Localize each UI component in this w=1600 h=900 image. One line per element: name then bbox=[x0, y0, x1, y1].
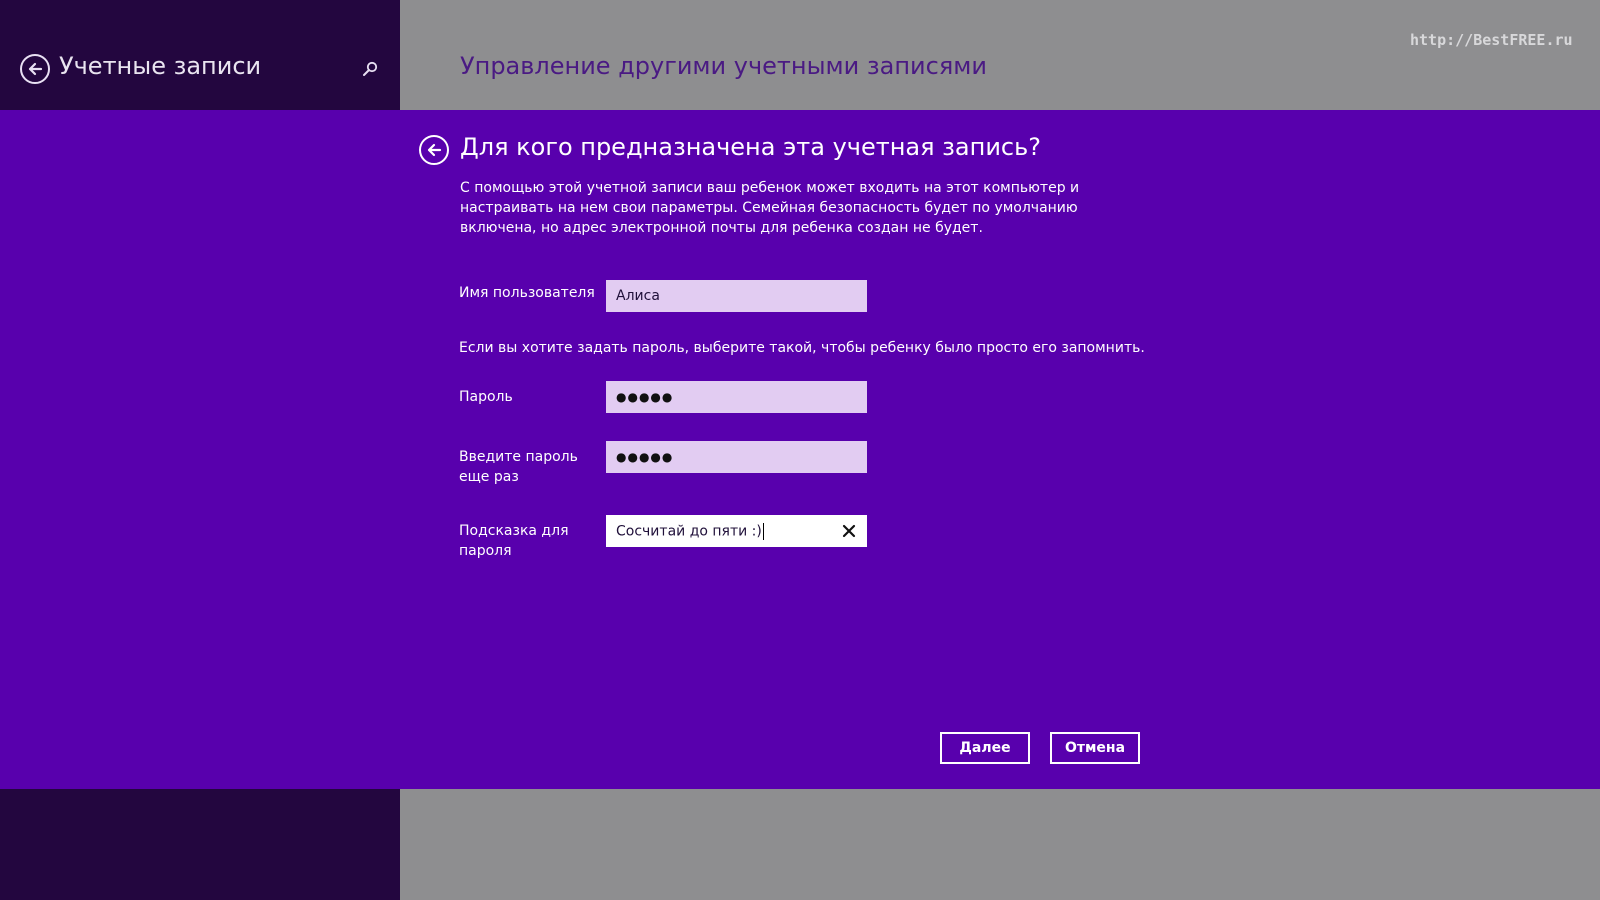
dialog-back-arrow-icon[interactable] bbox=[419, 135, 449, 165]
username-label: Имя пользователя bbox=[459, 285, 595, 301]
sidebar-footer bbox=[0, 789, 400, 900]
password-input[interactable]: ●●●●● bbox=[606, 381, 867, 413]
clear-icon[interactable] bbox=[841, 523, 857, 539]
screen: Учетные записи Управление другими учетны… bbox=[0, 0, 1600, 900]
cancel-button[interactable]: Отмена bbox=[1050, 732, 1140, 764]
username-input[interactable]: Алиса bbox=[606, 280, 867, 312]
dialog-description: С помощью этой учетной записи ваш ребено… bbox=[460, 180, 1080, 236]
page-footer bbox=[400, 789, 1600, 900]
sidebar-title: Учетные записи bbox=[59, 52, 262, 80]
password-hint-input[interactable]: Сосчитай до пяти :) bbox=[606, 515, 867, 547]
sidebar-header: Учетные записи bbox=[0, 0, 400, 110]
password-label: Пароль bbox=[459, 389, 513, 405]
search-icon[interactable] bbox=[361, 60, 379, 78]
back-arrow-icon[interactable] bbox=[20, 54, 50, 84]
confirm-password-label: Введите пароль еще раз bbox=[459, 449, 578, 485]
password-value: ●●●●● bbox=[616, 390, 674, 404]
password-hint-text: Сосчитай до пяти :) bbox=[616, 522, 764, 540]
dialog-title: Для кого предназначена эта учетная запис… bbox=[460, 133, 1041, 161]
dialog-back-glyph bbox=[427, 143, 442, 157]
text-caret bbox=[762, 522, 764, 540]
back-arrow-glyph bbox=[28, 62, 43, 76]
password-hint-label: Подсказка для пароля bbox=[459, 523, 569, 559]
password-hint-value: Сосчитай до пяти :) bbox=[616, 523, 762, 539]
search-glyph bbox=[363, 61, 378, 76]
watermark: http://BestFREE.ru bbox=[1410, 31, 1573, 49]
username-value: Алиса bbox=[616, 288, 660, 304]
next-button[interactable]: Далее bbox=[940, 732, 1030, 764]
password-note: Если вы хотите задать пароль, выберите т… bbox=[459, 340, 1145, 356]
clear-glyph bbox=[842, 524, 856, 538]
confirm-password-input[interactable]: ●●●●● bbox=[606, 441, 867, 473]
confirm-password-value: ●●●●● bbox=[616, 450, 674, 464]
page-title: Управление другими учетными записями bbox=[460, 52, 987, 80]
